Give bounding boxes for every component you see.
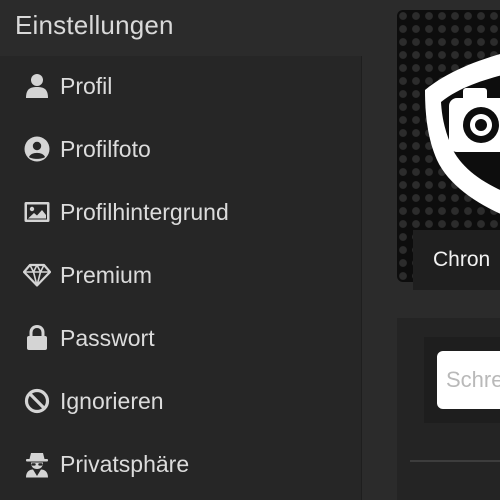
sidebar-item-privacy[interactable]: Privatsphäre: [0, 440, 362, 488]
sidebar-item-ignore[interactable]: Ignorieren: [0, 377, 362, 425]
sidebar-item-password[interactable]: Passwort: [0, 314, 362, 362]
sidebar-item-label: Profilfoto: [60, 135, 151, 162]
settings-sidebar: Profil Profilfoto Profilhintergrund Prem…: [0, 56, 362, 500]
sidebar-item-label: Profilhintergrund: [60, 198, 229, 225]
user-circle-icon: [23, 135, 51, 163]
user-secret-icon: [23, 450, 51, 478]
sidebar-item-premium[interactable]: Premium: [0, 251, 362, 299]
tab-chronik[interactable]: Chron: [413, 230, 500, 290]
sidebar-item-label: Ignorieren: [60, 387, 164, 414]
sidebar-item-label: Premium: [60, 261, 153, 288]
sidebar-item-profile-photo[interactable]: Profilfoto: [0, 125, 362, 173]
sidebar-item-profile[interactable]: Profil: [0, 62, 362, 110]
page-title: Einstellungen: [15, 10, 174, 40]
lock-icon: [23, 324, 51, 352]
sidebar-item-label: Profil: [60, 72, 113, 99]
sidebar-item-profile-background[interactable]: Profilhintergrund: [0, 188, 362, 236]
diamond-icon: [23, 261, 51, 289]
divider: [410, 460, 500, 462]
write-input[interactable]: [437, 351, 500, 409]
ban-icon: [23, 387, 51, 415]
sidebar-item-label: Privatsphäre: [60, 450, 190, 477]
image-icon: [23, 198, 51, 226]
user-icon: [23, 72, 51, 100]
sidebar-item-label: Passwort: [60, 324, 155, 351]
